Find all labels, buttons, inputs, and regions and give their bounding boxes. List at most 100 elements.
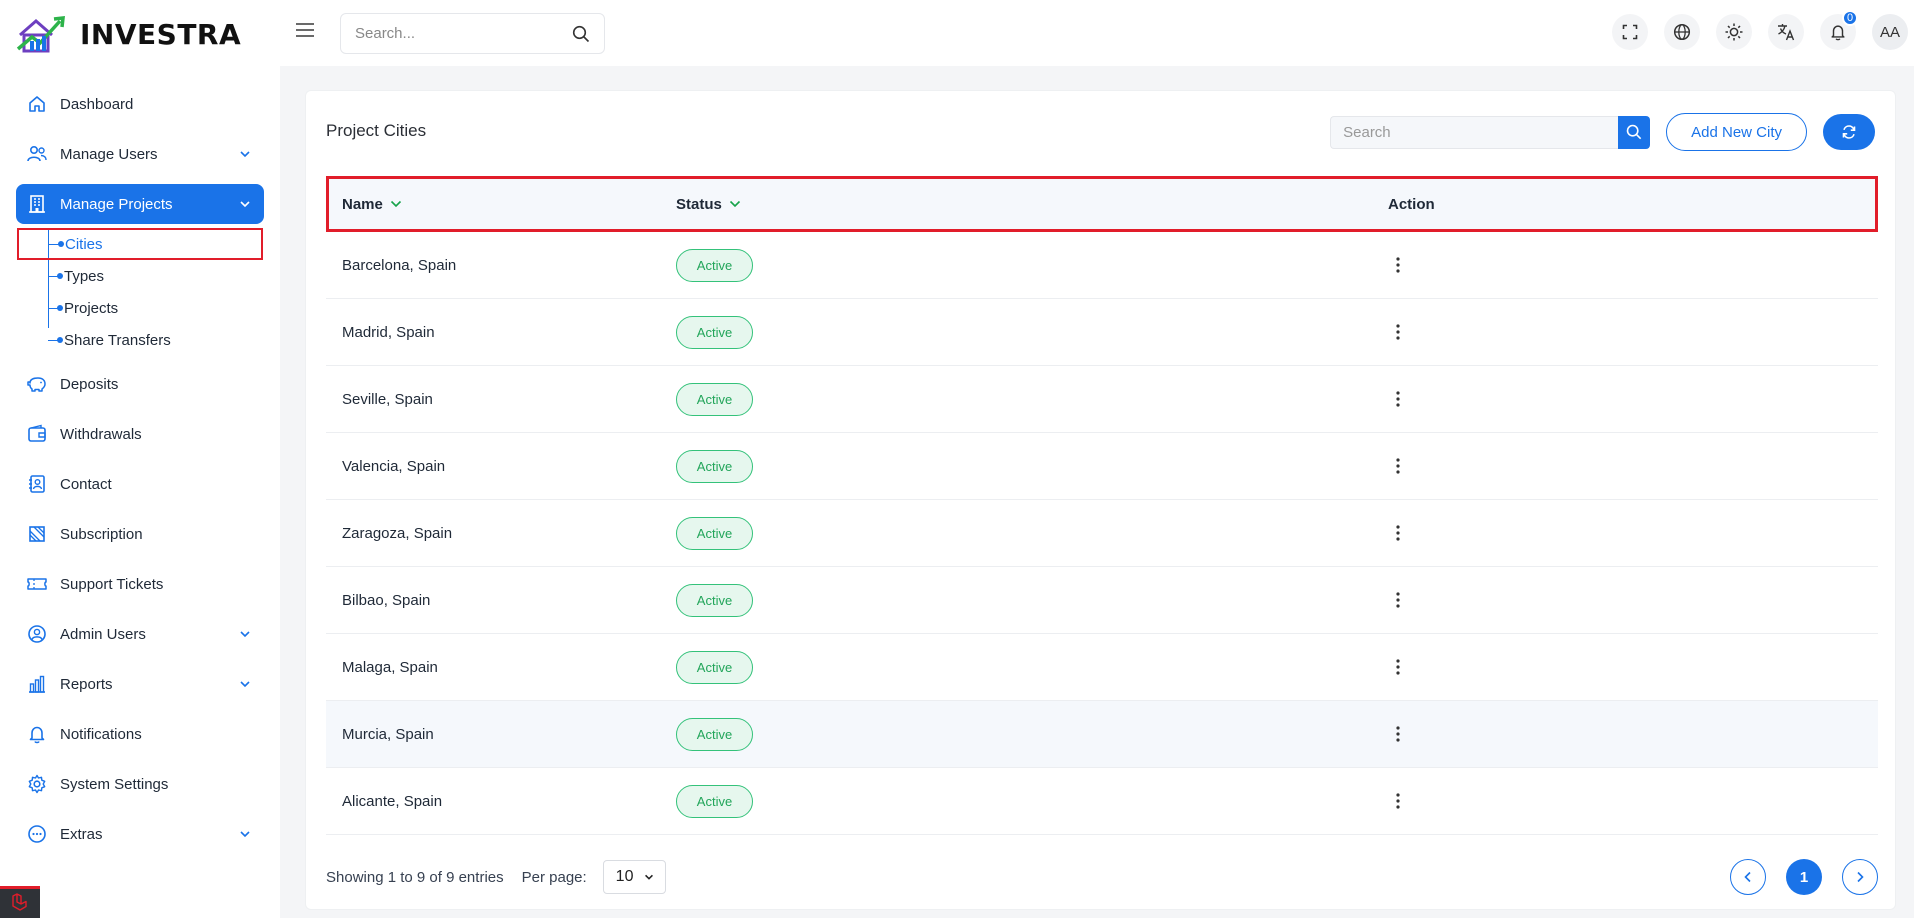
- sidebar-item-deposits[interactable]: Deposits: [16, 364, 264, 404]
- previous-page-button[interactable]: [1730, 859, 1766, 895]
- sidebar-item-admin-users[interactable]: Admin Users: [16, 614, 264, 654]
- status-badge: Active: [676, 650, 753, 684]
- status-badge: Active: [676, 583, 753, 617]
- ticket-icon: [26, 573, 48, 595]
- admin-user-icon: [26, 623, 48, 645]
- manage-projects-submenu: Cities Types Projects Share Transfers: [16, 228, 264, 356]
- status-badge: Active: [676, 449, 753, 483]
- row-actions-kebab-icon[interactable]: [1388, 321, 1408, 343]
- laravel-icon: [12, 893, 27, 911]
- language-region-button[interactable]: [1664, 14, 1700, 50]
- column-header-name[interactable]: Name: [326, 196, 676, 213]
- row-actions-kebab-icon[interactable]: [1388, 723, 1408, 745]
- sidebar-item-label: Extras: [60, 825, 103, 843]
- table-footer: Showing 1 to 9 of 9 entries Per page: 10…: [326, 859, 1878, 895]
- sidebar-item-label: Manage Users: [60, 145, 158, 163]
- row-actions-kebab-icon[interactable]: [1388, 522, 1408, 544]
- table-row: Murcia, Spain Active: [326, 701, 1878, 768]
- next-page-button[interactable]: [1842, 859, 1878, 895]
- chevron-left-icon: [1744, 871, 1751, 883]
- sidebar-subitem-cities[interactable]: Cities: [17, 228, 263, 260]
- sidebar-item-extras[interactable]: Extras: [16, 814, 264, 854]
- row-actions-kebab-icon[interactable]: [1388, 656, 1408, 678]
- per-page-value: 10: [615, 868, 634, 885]
- city-name: Barcelona, Spain: [342, 256, 457, 274]
- sidebar-subitem-share-transfers[interactable]: Share Transfers: [16, 324, 264, 356]
- sidebar-item-manage-projects[interactable]: Manage Projects: [16, 184, 264, 224]
- sidebar-item-subscription[interactable]: Subscription: [16, 514, 264, 554]
- bar-chart-icon: [26, 673, 48, 695]
- sidebar-subitem-projects[interactable]: Projects: [16, 292, 264, 324]
- search-icon[interactable]: [572, 25, 590, 43]
- per-page-select[interactable]: 10: [602, 860, 666, 894]
- search-icon: [1626, 124, 1642, 140]
- menu-toggle-icon[interactable]: [294, 20, 316, 40]
- debug-toolbar-toggle[interactable]: [0, 886, 40, 918]
- notification-count-badge: 0: [1842, 10, 1858, 26]
- notifications-button[interactable]: 0: [1820, 10, 1858, 50]
- sort-chevron-icon: [729, 200, 740, 208]
- app-name: INVESTRA: [80, 17, 242, 51]
- theme-toggle-button[interactable]: [1716, 14, 1752, 50]
- sidebar-item-support-tickets[interactable]: Support Tickets: [16, 564, 264, 604]
- sidebar-item-withdrawals[interactable]: Withdrawals: [16, 414, 264, 454]
- sidebar-item-label: System Settings: [60, 775, 169, 793]
- sidebar-item-label: Subscription: [60, 525, 143, 543]
- chevron-down-icon: [644, 874, 653, 880]
- users-icon: [26, 143, 48, 165]
- per-page-control: Per page: 10: [522, 860, 666, 894]
- sidebar-item-reports[interactable]: Reports: [16, 664, 264, 704]
- table-row: Bilbao, Spain Active: [326, 567, 1878, 634]
- table-row: Valencia, Spain Active: [326, 433, 1878, 500]
- column-header-status[interactable]: Status: [676, 196, 1388, 213]
- sidebar-item-system-settings[interactable]: System Settings: [16, 764, 264, 804]
- row-actions-kebab-icon[interactable]: [1388, 589, 1408, 611]
- column-header-label: Status: [676, 195, 722, 213]
- bell-icon: [1831, 25, 1845, 41]
- gear-icon: [26, 773, 48, 795]
- card-actions: Add New City: [1330, 113, 1875, 151]
- sidebar-item-label: Manage Projects: [60, 195, 173, 213]
- add-new-city-button[interactable]: Add New City: [1666, 113, 1807, 151]
- status-badge: Active: [676, 382, 753, 416]
- building-icon: [26, 193, 48, 215]
- pagination: 1: [1730, 859, 1878, 895]
- page-title: Project Cities: [326, 121, 427, 140]
- table-row: Madrid, Spain Active: [326, 299, 1878, 366]
- sidebar-item-label: Contact: [60, 475, 112, 493]
- sidebar-item-label: Reports: [60, 675, 113, 693]
- table-search-button[interactable]: [1618, 115, 1651, 149]
- sidebar-subitem-types[interactable]: Types: [16, 260, 264, 292]
- bell-icon: [26, 723, 48, 745]
- user-avatar[interactable]: AA: [1872, 14, 1908, 50]
- table-row: Barcelona, Spain Active: [326, 232, 1878, 299]
- sidebar-item-label: Withdrawals: [60, 425, 142, 443]
- global-search[interactable]: [340, 13, 605, 54]
- global-search-input[interactable]: [355, 25, 572, 42]
- sidebar-item-notifications[interactable]: Notifications: [16, 714, 264, 754]
- sidebar-item-label: Dashboard: [60, 95, 134, 113]
- city-name: Madrid, Spain: [342, 323, 435, 341]
- translate-button[interactable]: [1768, 14, 1804, 50]
- app-logo[interactable]: INVESTRA: [16, 14, 241, 54]
- sidebar: INVESTRA Dashboard Manage Users Manage P…: [0, 0, 280, 918]
- translate-icon: [1778, 24, 1795, 41]
- sidebar-item-manage-users[interactable]: Manage Users: [16, 134, 264, 174]
- fullscreen-button[interactable]: [1612, 14, 1648, 50]
- logo-house-chart-icon: [16, 16, 65, 53]
- row-actions-kebab-icon[interactable]: [1388, 388, 1408, 410]
- chevron-down-icon: [240, 631, 250, 638]
- row-actions-kebab-icon[interactable]: [1388, 254, 1408, 276]
- sidebar-item-dashboard[interactable]: Dashboard: [16, 84, 264, 124]
- table-search-input[interactable]: [1330, 115, 1619, 149]
- row-actions-kebab-icon[interactable]: [1388, 455, 1408, 477]
- page-number-current[interactable]: 1: [1786, 859, 1822, 895]
- chevron-down-icon: [240, 681, 250, 688]
- row-actions-kebab-icon[interactable]: [1388, 790, 1408, 812]
- sidebar-item-contact[interactable]: Contact: [16, 464, 264, 504]
- refresh-button[interactable]: [1823, 114, 1875, 150]
- entries-summary: Showing 1 to 9 of 9 entries: [326, 868, 504, 886]
- sidebar-item-label: Notifications: [60, 725, 142, 743]
- table-header: Name Status Action: [326, 176, 1878, 232]
- piggy-bank-icon: [26, 373, 48, 395]
